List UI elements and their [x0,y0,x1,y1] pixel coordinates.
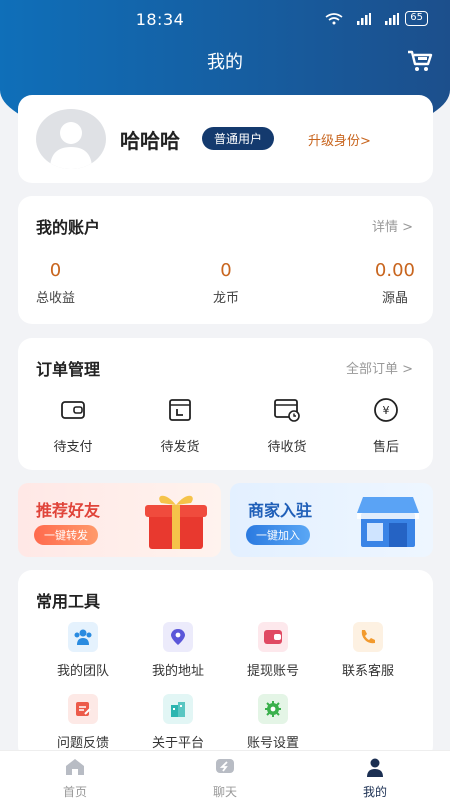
tool-customer-service[interactable]: 联系客服 [323,622,413,679]
promo-title: 商家入驻 [248,501,313,520]
tool-label: 关于平台 [151,736,204,751]
gift-box-icon [145,495,207,549]
feedback-icon [68,694,98,724]
order-after-sales[interactable]: ¥ 售后 [351,396,421,455]
nav-label: 首页 [62,785,87,799]
all-orders-link[interactable]: 全部订单 > [346,358,413,377]
wallet-icon [61,401,85,419]
nav-chat[interactable]: 聊天 [185,757,265,800]
battery-icon: 65 [405,11,428,26]
building-icon [163,694,193,724]
membership-badge: 普通用户 [202,127,275,150]
tool-label: 我的地址 [151,664,204,679]
tool-label: 我的团队 [56,664,109,679]
signal-icon [357,12,372,25]
order-label: 待收货 [267,440,307,455]
order-pending-shipment[interactable]: 待发货 [145,396,215,455]
stat-label: 龙币 [212,291,239,306]
wifi-icon [325,12,343,24]
tool-my-address[interactable]: 我的地址 [133,622,223,679]
yen-icon: ¥ [374,398,398,422]
home-icon [66,759,84,775]
orders-card: 订单管理 全部订单 > 待支付 待发货 待收货 ¥ 售后 [18,338,433,470]
storefront-icon [357,497,419,547]
gear-icon [258,694,288,724]
top-bar: 我的 [0,42,450,78]
tool-label: 账号设置 [246,736,299,751]
tool-account-settings[interactable]: 账号设置 [228,694,318,751]
chat-icon [216,759,234,773]
username: 哈哈哈 [120,129,180,153]
phone-icon [353,622,383,652]
stat-label: 总收益 [36,291,76,306]
promo-title: 推荐好友 [36,501,101,520]
team-icon [68,622,98,652]
status-time: 18:34 [135,10,185,29]
recommend-friends-banner[interactable]: 推荐好友 一键转发 [18,483,221,557]
share-button[interactable]: 一键转发 [34,525,98,545]
order-label: 售后 [372,440,399,455]
account-card: 我的账户 详情 > 0 总收益 0 龙币 0.00 源晶 [18,196,433,324]
order-label: 待支付 [53,440,93,455]
status-icons: 65 [325,11,428,26]
stat-dragon-coin[interactable]: 0 龙币 [206,260,246,306]
location-icon [163,622,193,652]
orders-title: 订单管理 [36,360,101,379]
profile-icon [367,758,383,777]
tools-card: 常用工具 我的团队 我的地址 提现账号 联系客服 问题反馈 关于平台 账号设置 [18,570,433,760]
tool-withdraw-account[interactable]: 提现账号 [228,622,318,679]
profile-card[interactable]: 哈哈哈 普通用户 升级身份> [18,95,433,183]
stat-value: 0.00 [374,260,415,281]
tool-feedback[interactable]: 问题反馈 [38,694,128,751]
merchant-join-banner[interactable]: 商家入驻 一键加入 [230,483,433,557]
stat-crystal[interactable]: 0.00 源晶 [375,260,415,306]
nav-mine[interactable]: 我的 [335,757,415,800]
tool-about-platform[interactable]: 关于平台 [133,694,223,751]
svg-text:¥: ¥ [383,404,390,417]
tool-label: 问题反馈 [56,736,109,751]
stat-value: 0 [220,260,232,281]
join-button[interactable]: 一键加入 [246,525,310,545]
tool-my-team[interactable]: 我的团队 [38,622,128,679]
wallet-icon [258,622,288,652]
truck-clock-icon [274,399,300,422]
bottom-nav: 首页 聊天 我的 [0,750,450,800]
nav-label: 聊天 [212,785,237,799]
stat-value: 0 [49,260,62,281]
package-icon [169,399,191,421]
account-title: 我的账户 [36,218,101,237]
order-label: 待发货 [160,440,200,455]
nav-home[interactable]: 首页 [35,757,115,800]
signal-icon [385,12,400,25]
cart-icon[interactable] [406,46,434,74]
page-title: 我的 [207,52,243,73]
stat-label: 源晶 [381,291,408,306]
avatar[interactable] [36,109,106,169]
nav-label: 我的 [362,785,387,799]
order-pending-payment[interactable]: 待支付 [38,396,108,455]
status-bar: 18:34 65 [0,0,450,40]
tools-title: 常用工具 [36,592,101,611]
order-pending-receipt[interactable]: 待收货 [252,396,322,455]
stat-earnings[interactable]: 0 总收益 [36,260,75,306]
tool-label: 提现账号 [246,664,299,679]
upgrade-link[interactable]: 升级身份> [308,130,371,149]
account-detail-link[interactable]: 详情 > [372,216,413,235]
tool-label: 联系客服 [341,664,394,679]
